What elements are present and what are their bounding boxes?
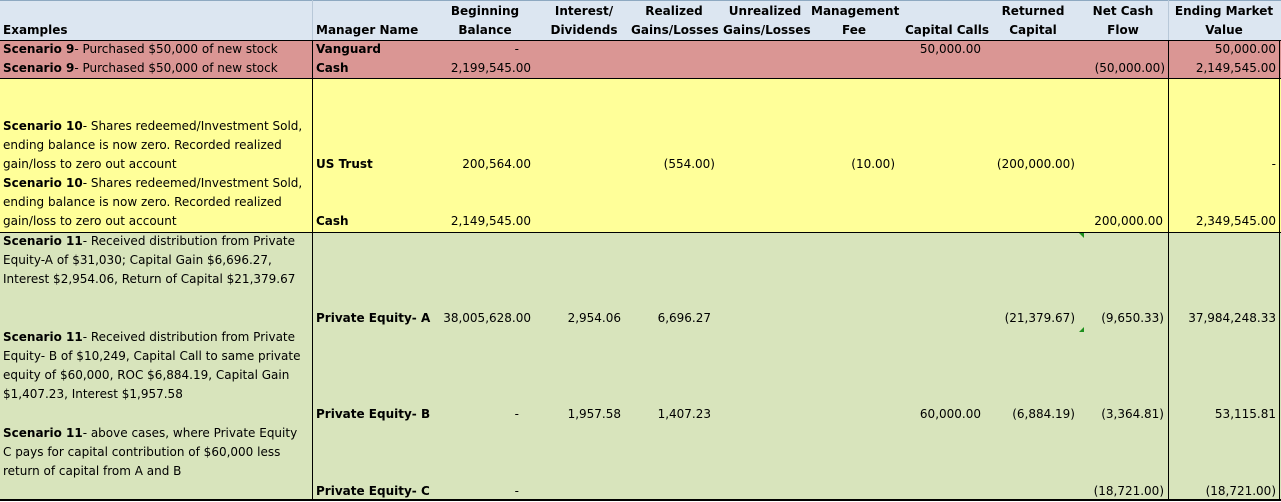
header-realized: Realized Gains/Losses xyxy=(631,4,719,37)
realized-gains-losses: 1,407.23 xyxy=(657,407,711,421)
net-cash-flow: (18,721.00) xyxy=(1093,484,1164,498)
ending-market-value: (18,721.00) xyxy=(1205,484,1276,498)
example-cell: Scenario 9- Purchased $50,000 of new sto… xyxy=(0,40,281,59)
interest-dividends: 2,954.06 xyxy=(567,311,621,325)
manager-name: Cash xyxy=(316,61,349,75)
returned-capital: (6,884.19) xyxy=(1012,407,1075,421)
header-net-cash-flow: Net Cash Flow xyxy=(1092,4,1154,37)
ending-market-value: - xyxy=(1271,157,1276,171)
header-unrealized: Unrealized Gains/Losses xyxy=(723,4,811,37)
row-line xyxy=(0,0,1281,1)
manager-name: Private Equity- B xyxy=(316,407,431,421)
beginning-balance: 2,199,545.00 xyxy=(450,61,531,75)
comment-indicator-icon[interactable] xyxy=(1079,233,1084,238)
beginning-balance: - xyxy=(514,42,519,56)
header-beginning-balance: Beginning Balance xyxy=(450,4,520,37)
management-fee: (10.00) xyxy=(851,157,895,171)
scenario-label: Scenario 9 xyxy=(3,61,75,75)
row-line xyxy=(0,78,1281,79)
scenario-label: Scenario 11 xyxy=(3,330,83,344)
beginning-balance: - xyxy=(514,407,519,421)
capital-calls: 60,000.00 xyxy=(919,407,981,421)
net-cash-flow: 200,000.00 xyxy=(1094,214,1163,228)
example-cell: Scenario 11- Received distribution from … xyxy=(0,232,312,289)
scenario-label: Scenario 11 xyxy=(3,234,83,248)
column-line xyxy=(1279,40,1280,500)
header-interest-dividends: Interest/ Dividends xyxy=(550,4,618,37)
manager-name: Private Equity- A xyxy=(316,311,431,325)
scenario-description: - Purchased $50,000 of new stock xyxy=(74,61,278,75)
spreadsheet: Examples Manager Name Beginning Balance … xyxy=(0,0,1281,502)
comment-indicator-icon[interactable] xyxy=(1079,327,1084,332)
header-management-fee: Management Fee xyxy=(811,4,900,37)
ending-market-value: 50,000.00 xyxy=(1214,42,1276,56)
header-returned-capital: Returned Capital xyxy=(1001,4,1065,37)
capital-calls: 50,000.00 xyxy=(919,42,981,56)
ending-market-value: 53,115.81 xyxy=(1214,407,1276,421)
column-line xyxy=(312,40,313,500)
ending-market-value: 37,984,248.33 xyxy=(1188,311,1276,325)
manager-name: US Trust xyxy=(316,157,373,171)
example-cell: Scenario 10- Shares redeemed/Investment … xyxy=(0,174,312,231)
ending-market-value: 2,349,545.00 xyxy=(1195,214,1276,228)
scenario-label: Scenario 10 xyxy=(3,119,83,133)
returned-capital: (21,379.67) xyxy=(1004,311,1075,325)
net-cash-flow: (3,364.81) xyxy=(1101,407,1164,421)
header-capital-calls: Capital Calls xyxy=(905,23,990,37)
header-ending-market-value: Ending Market Value xyxy=(1174,4,1274,37)
header-examples: Examples xyxy=(3,23,68,37)
manager-name: Vanguard xyxy=(316,42,382,56)
scenario-label: Scenario 11 xyxy=(3,426,83,440)
beginning-balance: 38,005,628.00 xyxy=(443,311,531,325)
scenario-description: - Purchased $50,000 of new stock xyxy=(74,42,278,56)
beginning-balance: 2,149,545.00 xyxy=(450,214,531,228)
net-cash-flow: (50,000.00) xyxy=(1094,61,1165,75)
interest-dividends: 1,957.58 xyxy=(567,407,621,421)
column-line xyxy=(1168,40,1169,500)
example-cell: Scenario 11- Received distribution from … xyxy=(0,328,312,404)
example-cell: Scenario 11- above cases, where Private … xyxy=(0,424,312,481)
example-cell: Scenario 9- Purchased $50,000 of new sto… xyxy=(0,59,281,78)
net-cash-flow: (9,650.33) xyxy=(1101,311,1164,325)
ending-market-value: 2,149,545.00 xyxy=(1195,61,1276,75)
manager-name: Cash xyxy=(316,214,349,228)
manager-name: Private Equity- C xyxy=(316,484,430,498)
realized-gains-losses: (554.00) xyxy=(663,157,715,171)
beginning-balance: - xyxy=(514,484,519,498)
header-manager-name: Manager Name xyxy=(316,23,419,37)
realized-gains-losses: 6,696.27 xyxy=(657,311,711,325)
beginning-balance: 200,564.00 xyxy=(462,157,531,171)
returned-capital: (200,000.00) xyxy=(996,157,1075,171)
scenario-label: Scenario 10 xyxy=(3,176,83,190)
scenario-label: Scenario 9 xyxy=(3,42,75,56)
example-cell: Scenario 10- Shares redeemed/Investment … xyxy=(0,117,312,174)
